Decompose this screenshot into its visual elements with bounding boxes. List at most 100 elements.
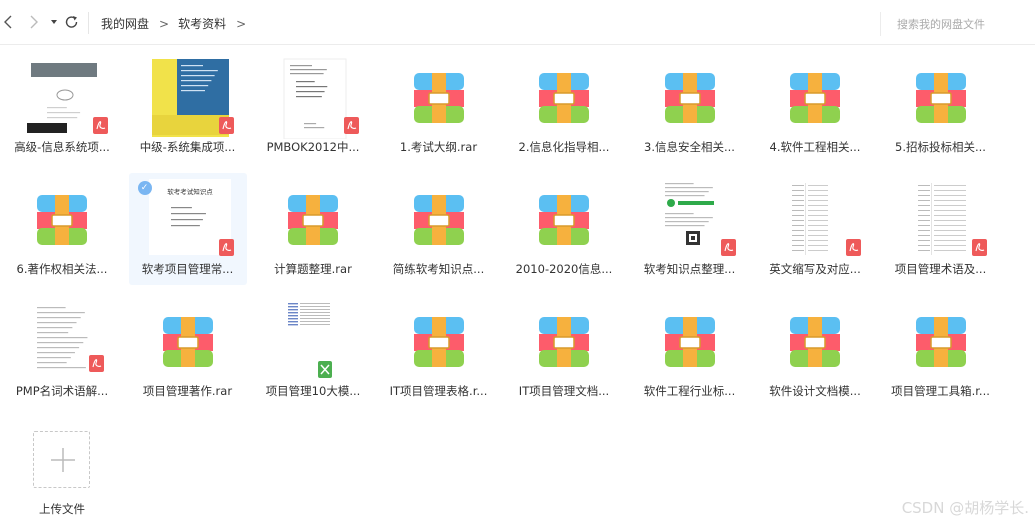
file-name: 软件工程行业标...: [643, 384, 736, 398]
file-thumbnail: [788, 179, 861, 259]
file-item[interactable]: IT项目管理表格.r...: [380, 295, 498, 407]
file-name: 中级-系统集成项...: [139, 140, 236, 154]
document-thumbnail: [788, 179, 848, 259]
file-item[interactable]: PMBOK2012中...: [254, 51, 372, 163]
breadcrumb-root[interactable]: 我的网盘: [101, 15, 149, 32]
file-name: 2010-2020信息...: [515, 262, 613, 276]
file-item[interactable]: 3.信息安全相关...: [631, 51, 749, 163]
pdf-icon: [89, 355, 104, 372]
pdf-icon: [846, 239, 861, 256]
file-name: 计算题整理.rar: [274, 262, 352, 276]
archive-icon: [790, 73, 840, 123]
search-input[interactable]: [897, 12, 1027, 36]
archive-thumbnail: [413, 195, 464, 245]
file-name: 3.信息安全相关...: [644, 140, 735, 154]
archive-thumbnail: [915, 317, 966, 367]
file-thumbnail: [27, 59, 108, 135]
file-item[interactable]: 英文缩写及对应...: [756, 173, 874, 285]
file-item[interactable]: 软考知识点整理...: [631, 173, 749, 285]
archive-icon: [664, 73, 715, 123]
archive-icon: [915, 73, 966, 123]
file-name: 项目管理工具箱.r...: [891, 384, 990, 398]
file-name: 英文缩写及对应...: [769, 262, 861, 276]
pdf-icon: [218, 239, 234, 256]
archive-icon: [37, 195, 87, 245]
file-item[interactable]: 中级-系统集成项...: [129, 51, 247, 163]
archive-thumbnail: [413, 317, 464, 367]
upload-button[interactable]: [33, 431, 90, 488]
file-item[interactable]: 项目管理著作.rar: [129, 295, 247, 407]
file-item[interactable]: 1.考试大纲.rar: [380, 51, 498, 163]
archive-thumbnail: [664, 73, 715, 123]
pdf-icon: [93, 117, 108, 134]
archive-icon: [539, 73, 589, 123]
file-name: PMP名词术语解...: [15, 384, 109, 398]
archive-icon: [413, 195, 464, 245]
watermark: CSDN @胡杨学长.: [901, 499, 1029, 517]
file-name: 项目管理著作.rar: [142, 384, 233, 398]
archive-thumbnail: [539, 317, 589, 367]
document-thumbnail: [283, 58, 347, 139]
file-name: 软考项目管理常...: [141, 262, 234, 276]
file-item[interactable]: 软件设计文档模...: [756, 295, 874, 407]
document-thumbnail: [33, 303, 95, 381]
document-thumbnail: [913, 179, 974, 259]
file-name: 5.招标投标相关...: [895, 140, 986, 154]
refresh-icon[interactable]: [64, 13, 82, 33]
file-item[interactable]: 项目管理10大模...: [254, 295, 372, 407]
pdf-icon: [720, 239, 736, 256]
archive-icon: [162, 317, 213, 367]
doc-title: 软考考试知识点: [167, 187, 213, 196]
file-item[interactable]: 项目管理工具箱.r...: [882, 295, 1000, 407]
file-item[interactable]: 4.软件工程相关...: [756, 51, 874, 163]
file-name: IT项目管理文档...: [518, 384, 610, 398]
file-item[interactable]: 软考考试知识点 ✓ 软考项目管理常...: [128, 173, 247, 285]
checkbox-checked-icon[interactable]: ✓: [137, 181, 152, 195]
toolbar-divider: [88, 12, 89, 34]
file-item[interactable]: 2.信息化指导相...: [505, 51, 623, 163]
breadcrumb-current[interactable]: 软考资料: [178, 15, 226, 32]
archive-thumbnail: [915, 73, 966, 123]
archive-icon: [413, 73, 464, 123]
toolbar: 我的网盘 > 软考资料 >: [0, 0, 1035, 45]
archive-thumbnail: [539, 73, 589, 123]
file-thumbnail: [660, 179, 736, 259]
document-thumbnail: [151, 59, 229, 137]
file-item[interactable]: PMP名词术语解...: [3, 295, 121, 407]
file-item[interactable]: 项目管理术语及...: [882, 173, 1000, 285]
file-name: 项目管理10大模...: [265, 384, 361, 398]
document-thumbnail: 软考考试知识点: [148, 179, 231, 255]
file-name: 1.考试大纲.rar: [399, 140, 478, 154]
file-item[interactable]: 高级-信息系统项...: [3, 51, 121, 163]
file-name: 软件设计文档模...: [769, 384, 861, 398]
file-name: IT项目管理表格.r...: [389, 384, 488, 398]
back-icon[interactable]: [3, 13, 21, 33]
file-item[interactable]: 简练软考知识点...: [380, 173, 498, 285]
file-item[interactable]: 软件工程行业标...: [631, 295, 749, 407]
upload-label: 上传文件: [39, 502, 85, 516]
archive-icon: [539, 195, 589, 245]
file-item[interactable]: 6.著作权相关法...: [3, 173, 121, 285]
breadcrumb-separator: >: [236, 17, 247, 31]
archive-icon: [288, 195, 338, 245]
archive-thumbnail: [413, 73, 464, 123]
file-item[interactable]: IT项目管理文档...: [505, 295, 623, 407]
file-name: PMBOK2012中...: [266, 140, 360, 154]
file-name: 项目管理术语及...: [894, 262, 987, 276]
file-thumbnail: [286, 301, 344, 378]
archive-thumbnail: [664, 317, 715, 367]
forward-icon[interactable]: [29, 13, 47, 33]
file-item[interactable]: 计算题整理.rar: [254, 173, 372, 285]
archive-thumbnail: [288, 195, 338, 245]
breadcrumb-separator: >: [159, 17, 170, 31]
file-thumbnail: [151, 59, 234, 137]
file-item[interactable]: 2010-2020信息...: [505, 173, 623, 285]
archive-thumbnail: [37, 195, 87, 245]
archive-icon: [664, 317, 715, 367]
archive-thumbnail: [790, 317, 840, 367]
file-thumbnail: [913, 179, 987, 259]
file-name: 软考知识点整理...: [643, 262, 736, 276]
archive-icon: [915, 317, 966, 367]
archive-thumbnail: [790, 73, 840, 123]
file-item[interactable]: 5.招标投标相关...: [882, 51, 1000, 163]
